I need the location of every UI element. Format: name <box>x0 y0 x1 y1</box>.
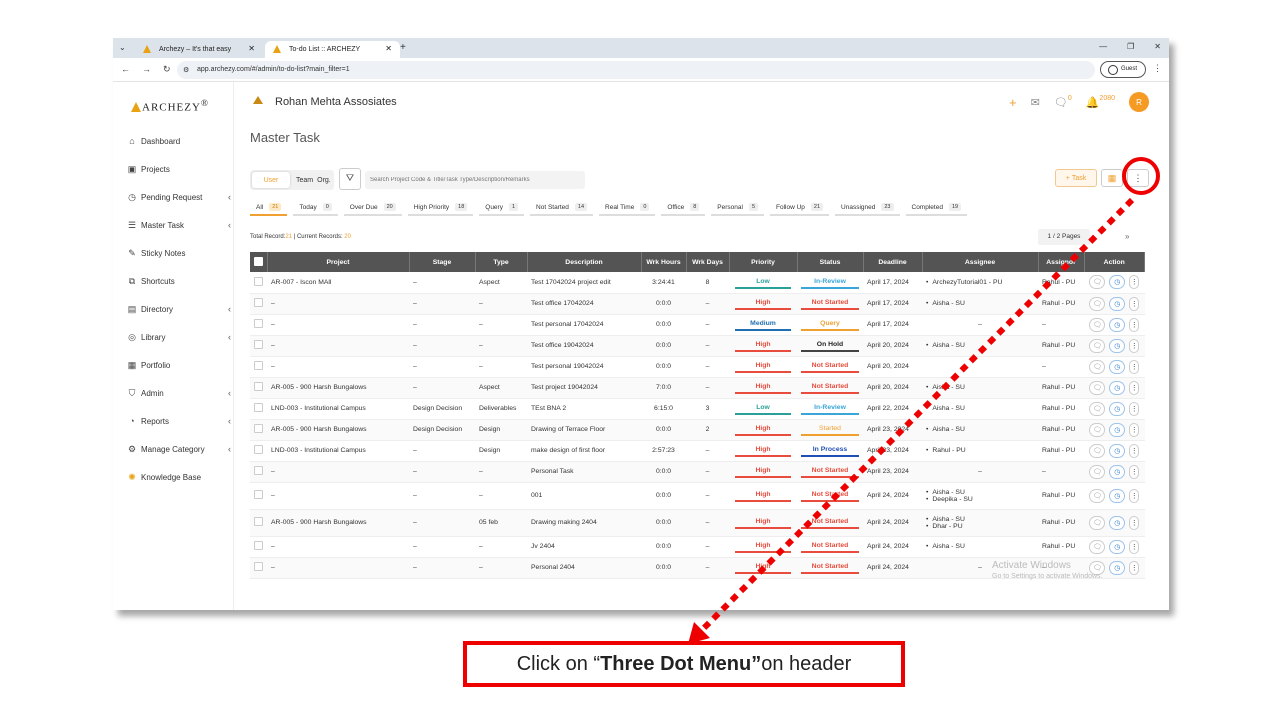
callout-arrow <box>688 197 1135 644</box>
callout-text-pre: Click on “ <box>516 652 601 675</box>
callout-text-post: on header <box>761 652 852 675</box>
callout-highlight-circle <box>1122 157 1160 195</box>
callout-text-bold: Three Dot Menu” <box>600 652 762 675</box>
instruction-callout: Click on “Three Dot Menu” on header <box>463 641 905 687</box>
